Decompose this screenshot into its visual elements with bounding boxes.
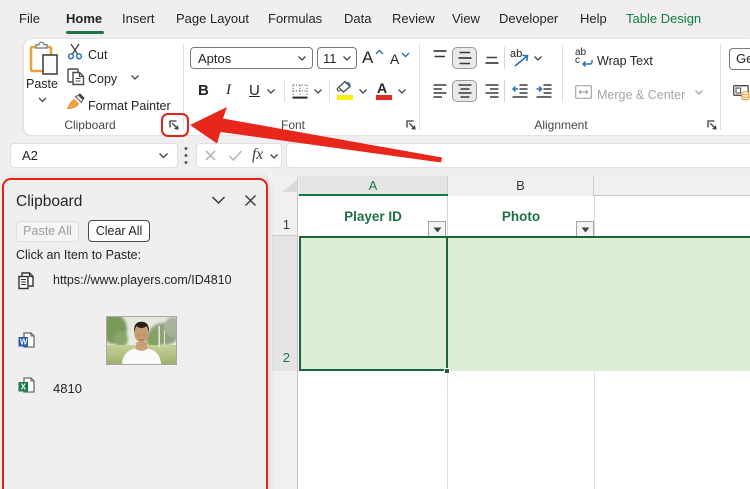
svg-text:X: X	[21, 382, 27, 391]
svg-text:W: W	[20, 338, 28, 347]
